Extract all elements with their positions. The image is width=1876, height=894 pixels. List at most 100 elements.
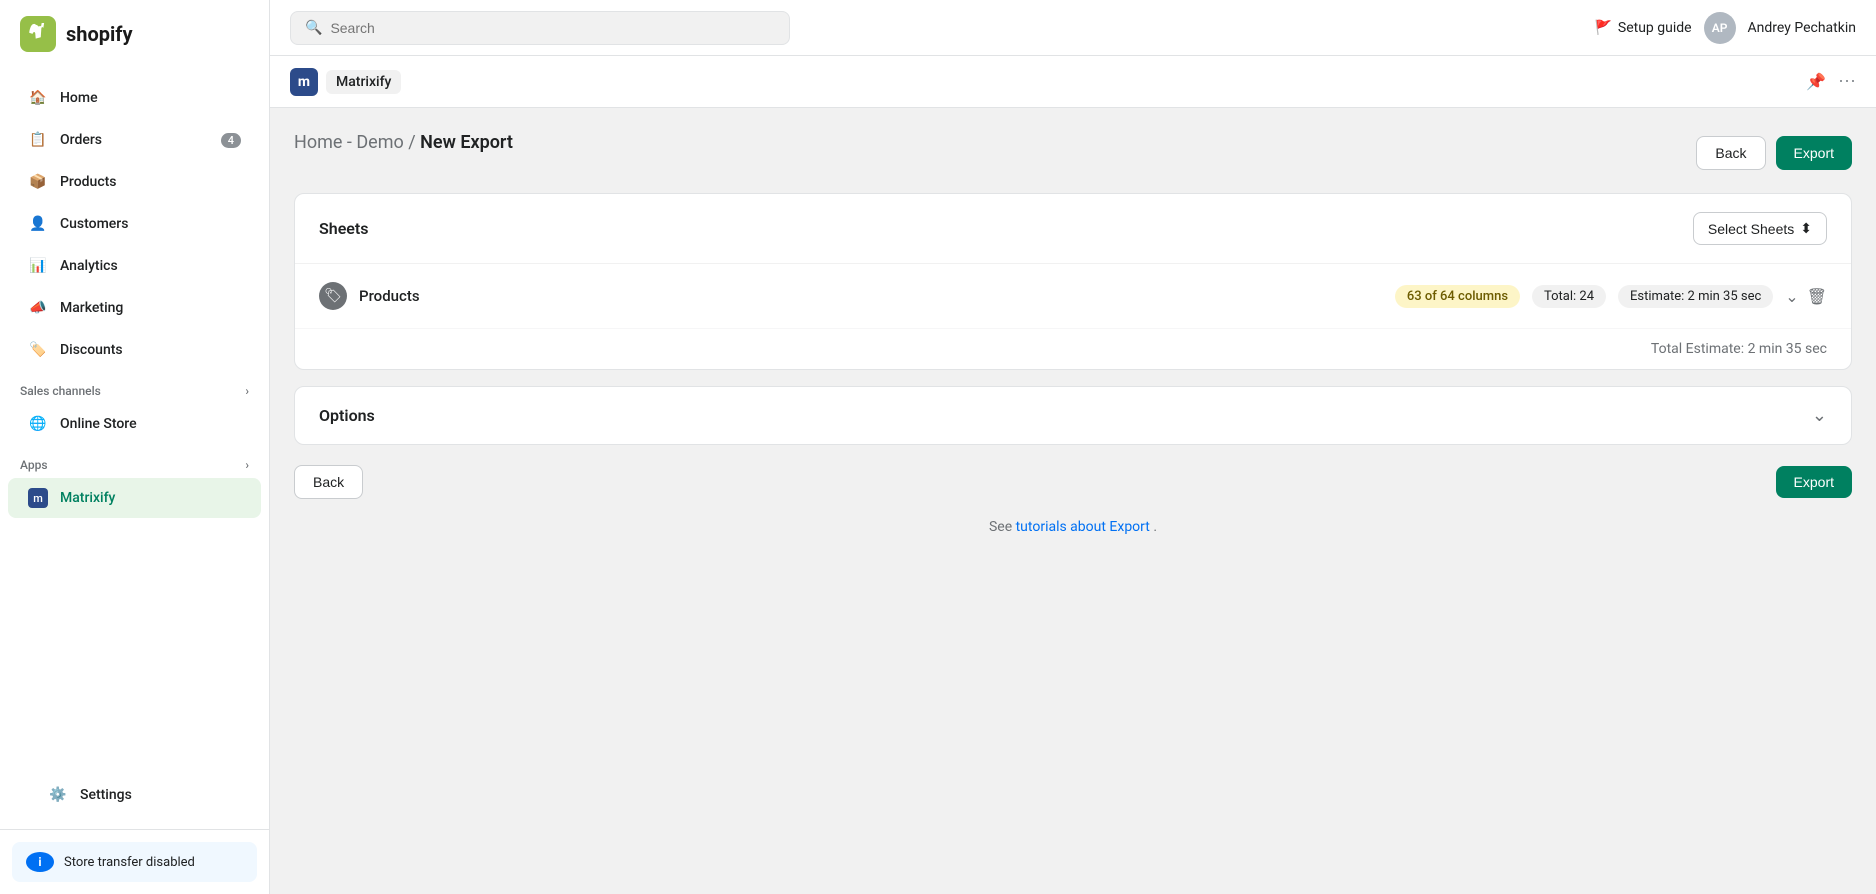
page-header: Home - Demo / New Export Back Export — [294, 132, 1852, 173]
tutorials-prefix: See — [989, 519, 1016, 535]
home-icon: 🏠 — [28, 88, 48, 108]
sheet-name: Products — [359, 287, 1383, 305]
options-card: Options ⌄ — [294, 386, 1852, 445]
apps-section: Apps › — [0, 446, 269, 476]
sidebar-item-matrixify[interactable]: m Matrixify — [8, 478, 261, 518]
user-name: Andrey Pechatkin — [1748, 20, 1856, 36]
select-sheets-label: Select Sheets — [1708, 221, 1794, 237]
sheet-delete-icon[interactable]: 🗑 — [1807, 287, 1827, 306]
options-title: Options — [319, 406, 375, 425]
sidebar: shopify 🏠 Home 📋 Orders 4 📦 Products 👤 C… — [0, 0, 270, 894]
app-header-actions: 📌 ⋯ — [1806, 71, 1856, 92]
sales-channels-section: Sales channels › — [0, 372, 269, 402]
search-icon: 🔍 — [305, 20, 322, 36]
sidebar-item-orders[interactable]: 📋 Orders 4 — [8, 120, 261, 160]
footer-actions: Back Export — [294, 465, 1852, 499]
online-store-icon: 🌐 — [28, 414, 48, 434]
sidebar-item-products-label: Products — [60, 174, 117, 190]
sidebar-item-discounts[interactable]: 🏷️ Discounts — [8, 330, 261, 370]
more-options-icon[interactable]: ⋯ — [1838, 71, 1856, 92]
breadcrumb: Home - Demo / New Export — [294, 132, 513, 153]
settings-icon: ⚙️ — [48, 785, 68, 805]
tutorials-link[interactable]: tutorials about Export — [1016, 519, 1150, 535]
products-icon: 📦 — [28, 172, 48, 192]
export-button-bottom[interactable]: Export — [1776, 466, 1852, 498]
discounts-icon: 🏷️ — [28, 340, 48, 360]
sidebar-item-home-label: Home — [60, 90, 98, 106]
total-badge: Total: 24 — [1532, 285, 1606, 308]
sidebar-item-marketing-label: Marketing — [60, 300, 123, 316]
sidebar-item-analytics[interactable]: 📊 Analytics — [8, 246, 261, 286]
main-area: 🔍 🚩 Setup guide AP Andrey Pechatkin m Ma… — [270, 0, 1876, 894]
breadcrumb-sep2: / — [408, 132, 420, 153]
sidebar-item-online-store[interactable]: 🌐 Online Store — [8, 404, 261, 444]
setup-guide-label: Setup guide — [1618, 20, 1692, 36]
sheets-card: Sheets Select Sheets ⬍ 🏷 Products 63 of … — [294, 193, 1852, 370]
total-estimate: Total Estimate: 2 min 35 sec — [295, 329, 1851, 369]
sidebar-item-online-store-label: Online Store — [60, 416, 137, 432]
matrixify-icon: m — [28, 488, 48, 508]
sales-channels-chevron-icon: › — [245, 384, 249, 398]
back-button-top[interactable]: Back — [1696, 136, 1765, 170]
app-header: m Matrixify 📌 ⋯ — [270, 56, 1876, 108]
user-avatar: AP — [1704, 12, 1736, 44]
sales-channels-label: Sales channels — [20, 384, 101, 398]
breadcrumb-home: Home — [294, 132, 342, 153]
shopify-wordmark: shopify — [66, 22, 133, 46]
sidebar-footer: i Store transfer disabled — [0, 829, 269, 894]
page-content: Home - Demo / New Export Back Export She… — [270, 108, 1876, 894]
sidebar-item-marketing[interactable]: 📣 Marketing — [8, 288, 261, 328]
info-icon: i — [26, 852, 54, 872]
sidebar-item-products[interactable]: 📦 Products — [8, 162, 261, 202]
topbar: 🔍 🚩 Setup guide AP Andrey Pechatkin — [270, 0, 1876, 56]
sidebar-logo: shopify — [0, 0, 269, 68]
sheet-expand-icon[interactable]: ⌄ — [1785, 287, 1798, 306]
setup-guide-button[interactable]: 🚩 Setup guide — [1594, 20, 1691, 36]
sidebar-item-settings-label: Settings — [80, 787, 132, 803]
app-icon: m — [290, 68, 318, 96]
breadcrumb-demo: Demo — [356, 132, 403, 153]
sidebar-item-matrixify-label: Matrixify — [60, 490, 115, 506]
search-input[interactable] — [330, 20, 775, 36]
page-header-buttons: Back Export — [1696, 136, 1852, 170]
app-brand: m Matrixify — [290, 68, 401, 96]
products-sheet-row: 🏷 Products 63 of 64 columns Total: 24 Es… — [295, 264, 1851, 329]
tutorials-suffix: . — [1153, 519, 1157, 535]
analytics-icon: 📊 — [28, 256, 48, 276]
pin-icon[interactable]: 📌 — [1806, 72, 1826, 91]
search-bar[interactable]: 🔍 — [290, 11, 790, 45]
tutorials-section: See tutorials about Export . — [294, 519, 1852, 535]
sidebar-nav: 🏠 Home 📋 Orders 4 📦 Products 👤 Customers… — [0, 68, 269, 761]
app-name: Matrixify — [326, 70, 401, 94]
store-transfer-label: Store transfer disabled — [64, 855, 195, 870]
export-button-top[interactable]: Export — [1776, 136, 1852, 170]
select-sheets-button[interactable]: Select Sheets ⬍ — [1693, 212, 1827, 245]
select-sheets-arrow-icon: ⬍ — [1800, 220, 1812, 237]
sidebar-item-customers-label: Customers — [60, 216, 128, 232]
sidebar-item-customers[interactable]: 👤 Customers — [8, 204, 261, 244]
marketing-icon: 📣 — [28, 298, 48, 318]
sidebar-item-orders-label: Orders — [60, 132, 102, 148]
breadcrumb-sep1: - — [347, 132, 356, 153]
orders-icon: 📋 — [28, 130, 48, 150]
back-button-bottom[interactable]: Back — [294, 465, 363, 499]
options-card-header[interactable]: Options ⌄ — [295, 387, 1851, 444]
sidebar-item-home[interactable]: 🏠 Home — [8, 78, 261, 118]
sheets-card-header: Sheets Select Sheets ⬍ — [295, 194, 1851, 264]
sidebar-item-settings[interactable]: ⚙️ Settings — [28, 775, 241, 815]
apps-label: Apps — [20, 458, 48, 472]
product-tag-icon: 🏷 — [319, 282, 347, 310]
total-estimate-label: Total Estimate: 2 min 35 sec — [1651, 341, 1827, 357]
store-transfer-banner: i Store transfer disabled — [12, 842, 257, 882]
options-chevron-icon: ⌄ — [1812, 405, 1827, 426]
breadcrumb-current: New Export — [420, 132, 513, 153]
estimate-badge: Estimate: 2 min 35 sec — [1618, 285, 1773, 308]
sheets-card-title: Sheets — [319, 219, 369, 238]
sheet-actions: ⌄ 🗑 — [1785, 287, 1827, 306]
settings-item[interactable]: ⚙️ Settings — [0, 761, 269, 829]
columns-badge: 63 of 64 columns — [1395, 285, 1520, 308]
customers-icon: 👤 — [28, 214, 48, 234]
sidebar-item-analytics-label: Analytics — [60, 258, 118, 274]
topbar-actions: 🚩 Setup guide AP Andrey Pechatkin — [1594, 12, 1856, 44]
apps-chevron-icon: › — [245, 458, 249, 472]
